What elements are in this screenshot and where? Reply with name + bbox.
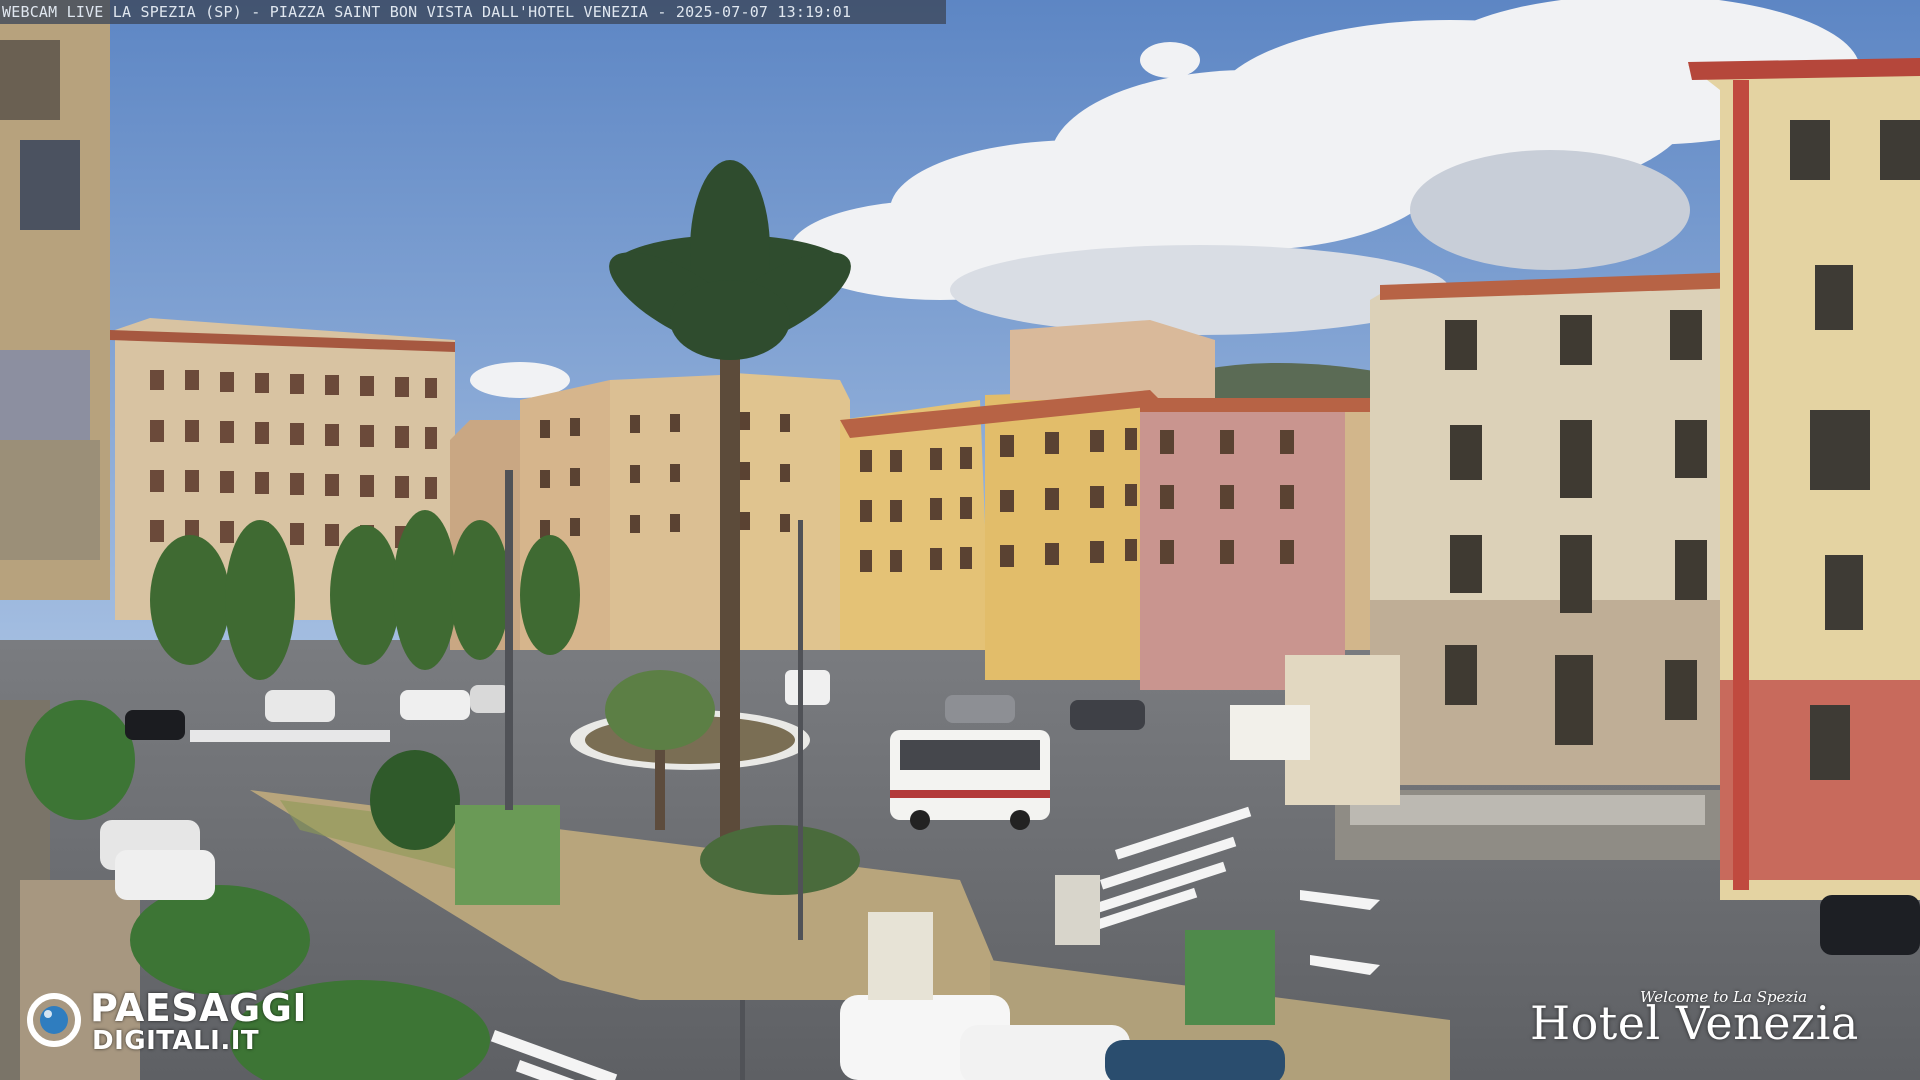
hill [1200, 362, 1380, 400]
camera-lens-icon [27, 993, 81, 1047]
logo-line-2: DIGITALI.IT [92, 1026, 260, 1056]
webcam-caption: WEBCAM LIVE LA SPEZIA (SP) - PIAZZA SAIN… [0, 0, 946, 24]
hotel-name: Hotel Venezia [1530, 996, 1859, 1050]
green-bin [1185, 930, 1275, 1025]
hotel-venezia-logo: Welcome to La Spezia Hotel Venezia [1530, 988, 1910, 1058]
green-utility-box [455, 805, 560, 905]
shrub [370, 750, 460, 850]
minibus [890, 730, 1050, 830]
info-board [868, 912, 933, 1000]
webcam-scene [0, 0, 1920, 1080]
paesaggi-digitali-logo: PAESAGGI DIGITALI.IT [26, 986, 336, 1056]
building-right-red [1688, 58, 1920, 900]
logo-line-1: PAESAGGI [90, 986, 308, 1030]
info-board-2 [1055, 875, 1100, 945]
shrub-2 [700, 825, 860, 895]
